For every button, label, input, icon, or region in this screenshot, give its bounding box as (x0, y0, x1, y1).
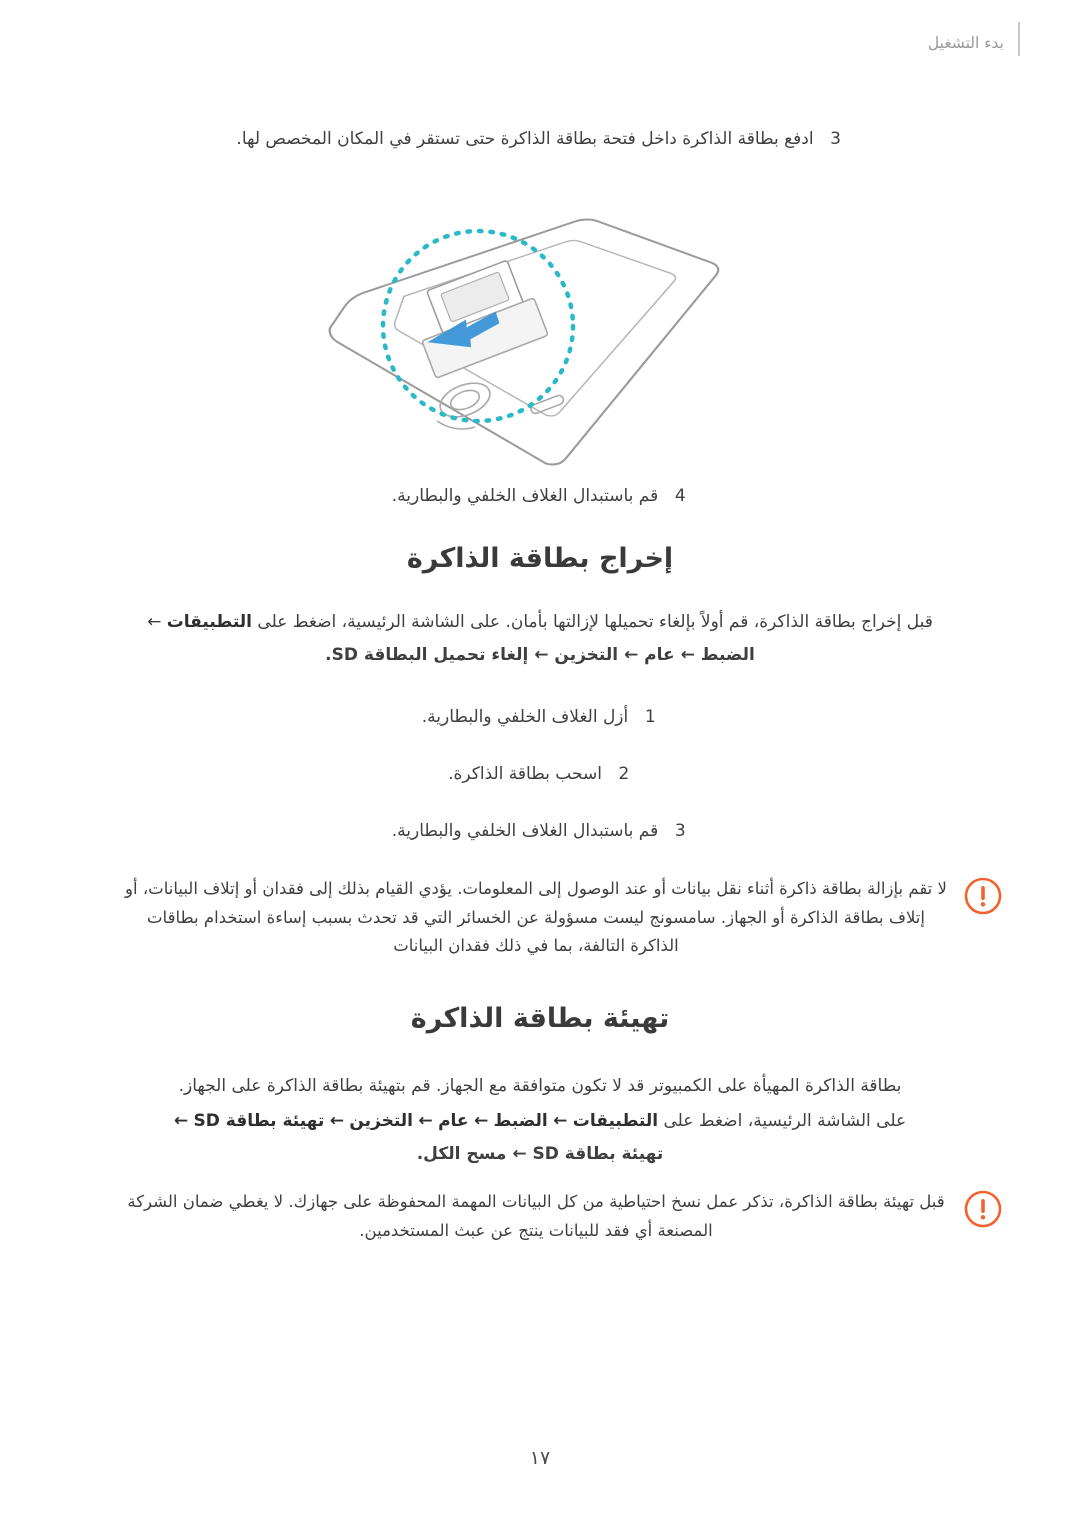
arrow-icon: ← (624, 645, 639, 666)
step-number: 3 (830, 129, 841, 149)
section-title-eject: إخراج بطاقة الذاكرة (406, 543, 674, 574)
step-item: 1 أزل الغلاف الخلفي والبطارية. (0, 703, 1080, 731)
arrow-icon: ← (512, 1144, 527, 1165)
storage-label: التخزين (554, 645, 619, 666)
arrow-icon: ← (553, 1111, 568, 1132)
step-text: قم باستبدال الغلاف الخلفي والبطارية. (391, 486, 659, 506)
step-item: 3 قم باستبدال الغلاف الخلفي والبطارية. (0, 817, 1080, 845)
format-sd-label: تهيئة بطاقة SD (193, 1111, 325, 1132)
page-header: بدء التشغيل (928, 34, 1004, 52)
memory-card-insert-illustration (0, 178, 1080, 478)
caution-text: قبل تهيئة بطاقة الذاكرة، تذكر عمل نسخ اح… (127, 1192, 945, 1240)
format-path-prefix: على الشاشة الرئيسية، اضغط على (663, 1111, 907, 1132)
step-item: 3 ادفع بطاقة الذاكرة داخل فتحة بطاقة الذ… (0, 125, 1080, 153)
format-intro-paragraph: بطاقة الذاكرة المهيأة على الكمبيوتر قد ل… (132, 1072, 948, 1170)
settings-label: الضبط (493, 1111, 548, 1132)
step-text: قم باستبدال الغلاف الخلفي والبطارية. (391, 821, 659, 841)
general-label: عام (644, 645, 675, 666)
step-number: 4 (674, 486, 686, 506)
step-text: أزل الغلاف الخلفي والبطارية. (421, 707, 629, 727)
erase-all-label: مسح الكل. (416, 1144, 507, 1165)
eject-intro-paragraph: قبل إخراج بطاقة الذاكرة، قم أولاً بإلغاء… (132, 608, 948, 670)
arrow-icon: ← (173, 1111, 189, 1132)
arrow-icon: ← (473, 1111, 489, 1132)
page-number: ١٧ (529, 1447, 551, 1469)
format-path-line2: تهيئة بطاقة SD ← مسح الكل. (132, 1140, 948, 1169)
settings-label: الضبط (700, 645, 755, 666)
step-number: 1 (644, 707, 656, 727)
step-text: اسحب بطاقة الذاكرة. (448, 764, 602, 784)
warning-icon (964, 1190, 1002, 1228)
format-intro-text: بطاقة الذاكرة المهيأة على الكمبيوتر قد ل… (178, 1076, 902, 1096)
warning-icon (964, 877, 1002, 915)
step-number: 3 (674, 821, 686, 841)
caution-box-format: قبل تهيئة بطاقة الذاكرة، تذكر عمل نسخ اح… (124, 1188, 1002, 1245)
arrow-icon: ← (534, 645, 549, 666)
eject-intro-line1: قبل إخراج بطاقة الذاكرة، قم أولاً بإلغاء… (132, 608, 948, 637)
step-item: 4 قم باستبدال الغلاف الخلفي والبطارية. (0, 482, 1080, 510)
caution-text: لا تقم بإزالة بطاقة ذاكرة أثناء نقل بيان… (125, 879, 947, 956)
document-page: بدء التشغيل 3 ادفع بطاقة الذاكرة داخل فت… (0, 0, 1080, 1527)
unmount-sd-label: إلغاء تحميل البطاقة SD. (325, 645, 529, 666)
header-divider (1018, 22, 1020, 56)
eject-intro-line2: الضبط ← عام ← التخزين ← إلغاء تحميل البط… (132, 641, 948, 670)
format-path-line1: على الشاشة الرئيسية، اضغط على التطبيقات … (132, 1107, 948, 1136)
arrow-icon: ← (418, 1111, 433, 1132)
step-item: 2 اسحب بطاقة الذاكرة. (0, 760, 1080, 788)
general-label: عام (438, 1111, 469, 1132)
chapter-title: بدء التشغيل (927, 34, 1004, 52)
arrow-icon: ← (680, 645, 695, 666)
apps-menu-label: التطبيقات (572, 1111, 659, 1132)
section-title-format: تهيئة بطاقة الذاكرة (410, 1003, 670, 1034)
caution-box-eject: لا تقم بإزالة بطاقة ذاكرة أثناء نقل بيان… (124, 875, 1002, 961)
eject-intro-text: قبل إخراج بطاقة الذاكرة، قم أولاً بإلغاء… (257, 612, 933, 632)
apps-menu-label: التطبيقات (166, 612, 253, 632)
step-number: 2 (618, 764, 630, 784)
arrow-icon: ← (147, 612, 162, 632)
format-sd-label-2: تهيئة بطاقة SD (532, 1144, 664, 1165)
arrow-icon: ← (329, 1111, 344, 1132)
step-text: ادفع بطاقة الذاكرة داخل فتحة بطاقة الذاك… (236, 129, 814, 149)
storage-label: التخزين (349, 1111, 414, 1132)
